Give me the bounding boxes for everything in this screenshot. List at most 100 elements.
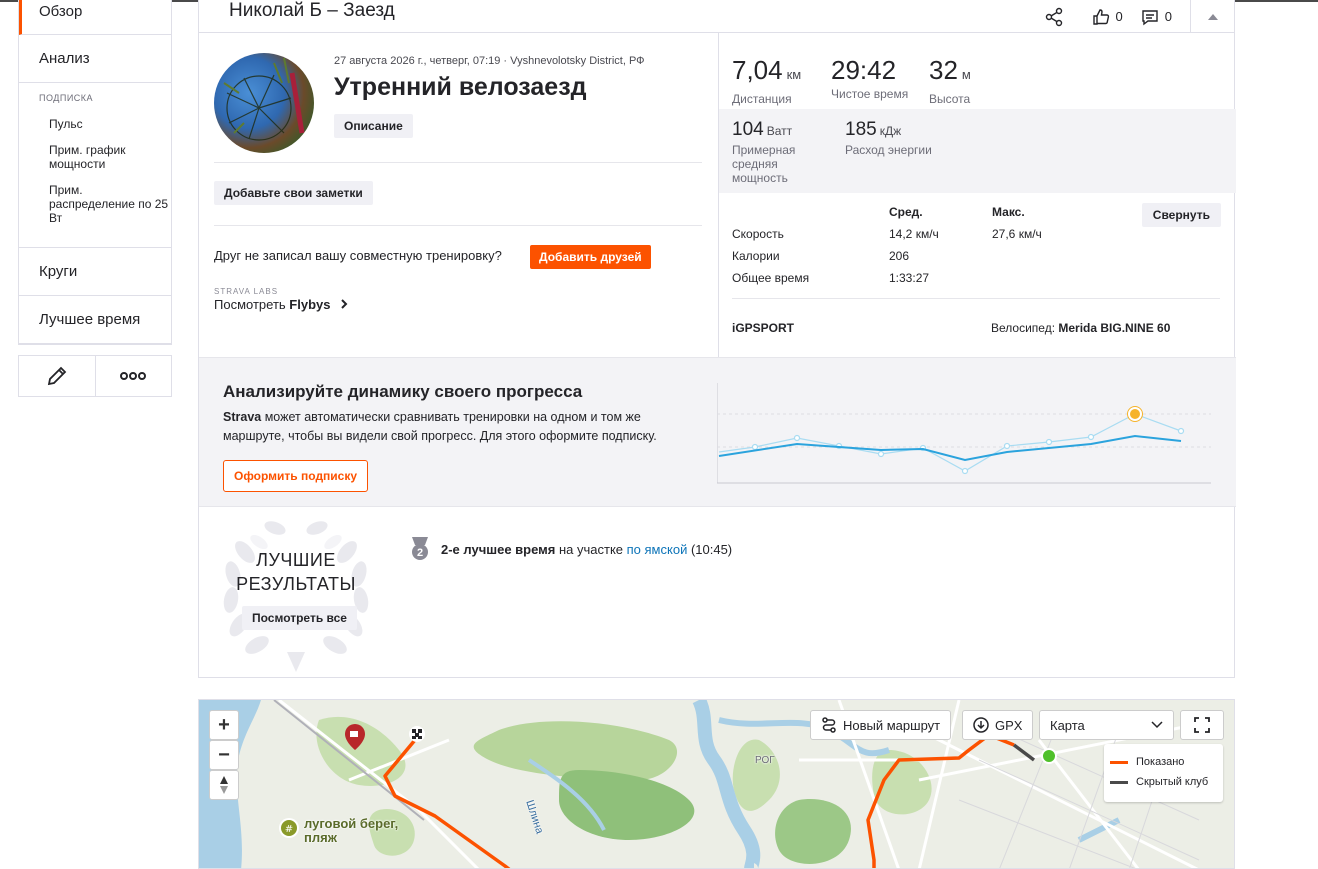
fullscreen-button[interactable] — [1180, 710, 1224, 740]
legend-hidden-label: Скрытый клуб — [1136, 776, 1209, 788]
row-label: Скорость — [732, 227, 784, 241]
energy-label: Расход энергии — [845, 143, 932, 157]
new-route-button[interactable]: Новый маршрут — [810, 710, 952, 740]
divider — [214, 162, 702, 163]
best-results-title: ЛУЧШИЕ РЕЗУЛЬТАТЫ — [229, 548, 363, 596]
distance-value: 7,04 — [732, 55, 783, 85]
achievement-mid: на участке — [555, 541, 627, 557]
flybys-bold: Flybys — [289, 297, 331, 312]
col-avg: Сред. — [889, 205, 923, 219]
energy-value: 185 — [845, 119, 877, 140]
achievement-item: 2 2-е лучшее время на участке по ямской … — [409, 536, 732, 562]
download-icon — [973, 717, 989, 733]
compass-icon — [220, 776, 228, 794]
stat-distance: 7,04 км Дистанция — [732, 55, 801, 106]
bike-name[interactable]: Merida BIG.NINE 60 — [1058, 321, 1170, 335]
chevron-down-icon — [1151, 721, 1163, 729]
achievement-rank: 2-е лучшее время — [441, 541, 556, 557]
row-max: 27,6 км/ч — [992, 227, 1042, 241]
map-legend: Показано Скрытый клуб — [1104, 744, 1223, 802]
power-value: 104 — [732, 119, 764, 140]
best-results-line1: ЛУЧШИЕ — [256, 550, 336, 570]
table-row: Общее время 1:33:27 — [732, 271, 1222, 293]
bicycle-photo-icon — [223, 57, 305, 141]
sidebar-item-best-time[interactable]: Лучшее время — [19, 296, 171, 344]
activity-photo[interactable] — [214, 53, 314, 153]
zoom-out-button[interactable]: − — [209, 740, 239, 770]
divider — [732, 298, 1220, 299]
sidebar-item-overview[interactable]: Обзор — [19, 0, 171, 35]
promo-title: Анализируйте динамику своего прогресса — [223, 382, 583, 401]
progress-teaser-chart — [717, 383, 1211, 484]
stat-energy: 185 кДж Расход энергии — [845, 119, 932, 157]
collapse-header-button[interactable] — [1190, 0, 1234, 33]
stat-power: 104 Ватт Примерная средняя мощность — [732, 119, 822, 185]
achievement-time: (10:45) — [687, 541, 733, 557]
area-label: РОГ — [755, 755, 775, 766]
best-results-line2: РЕЗУЛЬТАТЫ — [236, 574, 356, 594]
power-unit: Ватт — [766, 124, 793, 138]
progress-promo: Анализируйте динамику своего прогресса S… — [199, 357, 1236, 507]
share-button[interactable] — [1044, 7, 1064, 27]
moving-time-label: Чистое время — [831, 87, 909, 101]
promo-brand: Strava — [223, 410, 262, 424]
table-row: Калории 206 — [732, 249, 1222, 271]
legend-item-shown: Показано — [1110, 752, 1217, 772]
activity-summary: 27 августа 2026 г., четверг, 07:19 · Vys… — [199, 33, 1236, 357]
bike-label: Велосипед: — [991, 321, 1059, 335]
sidebar-item-power-curve[interactable]: Прим. график мощности — [39, 143, 171, 171]
stat-moving-time: 29:42 Чистое время — [831, 55, 908, 101]
row-label: Калории — [732, 249, 780, 263]
kudos-button[interactable]: 0 — [1092, 8, 1123, 26]
activity-sidebar: Обзор Анализ ПОДПИСКА Пульс Прим. график… — [18, 0, 172, 397]
legend-swatch-orange — [1110, 760, 1128, 764]
poi-label: луговой берег, пляж — [304, 816, 399, 845]
zoom-in-button[interactable]: + — [209, 710, 239, 740]
map-type-value: Карта — [1050, 717, 1085, 733]
chevron-right-icon — [341, 299, 348, 309]
activity-header: Николай Б – Заезд 0 0 — [199, 0, 1234, 33]
sidebar-subscription-group: ПОДПИСКА Пульс Прим. график мощности При… — [19, 83, 171, 248]
caret-up-icon — [1207, 13, 1218, 20]
compass-button[interactable] — [209, 770, 239, 800]
add-notes-button[interactable]: Добавьте свои заметки — [214, 181, 373, 205]
row-avg: 1:33:27 — [889, 271, 930, 285]
map-type-select[interactable]: Карта — [1039, 710, 1174, 740]
pencil-icon — [47, 366, 67, 386]
activity-map[interactable]: # + − Новый маршрут GPX Карта Показано С… — [198, 699, 1235, 869]
sidebar-item-analysis[interactable]: Анализ — [19, 35, 171, 83]
table-row: Скорость 14,2 км/ч 27,6 км/ч — [732, 227, 1222, 249]
moving-time-value: 29:42 — [831, 55, 897, 85]
edit-button[interactable] — [19, 356, 95, 396]
sidebar-item-laps[interactable]: Круги — [19, 248, 171, 296]
collapse-stats-button[interactable]: Свернуть — [1141, 203, 1221, 227]
flybys-link[interactable]: Посмотреть Flybys — [214, 297, 350, 312]
achievements-section: ЛУЧШИЕ РЕЗУЛЬТАТЫ Посмотреть все 2 2-е л… — [199, 508, 1236, 678]
sidebar-item-heartrate[interactable]: Пульс — [39, 117, 171, 131]
subscription-label: ПОДПИСКА — [39, 93, 94, 103]
comments-count: 0 — [1164, 9, 1172, 24]
power-label: Примерная средняя мощность — [732, 143, 796, 185]
sidebar-item-power-distribution[interactable]: Прим. распределение по 25 Вт — [39, 183, 171, 225]
subscribe-button[interactable]: Оформить подписку — [223, 460, 369, 492]
row-avg: 14,2 км/ч — [889, 227, 939, 241]
gpx-download-button[interactable]: GPX — [962, 710, 1034, 740]
kudos-count: 0 — [1115, 9, 1123, 24]
elevation-value: 32 — [929, 55, 958, 85]
view-all-button[interactable]: Посмотреть все — [242, 606, 357, 630]
teaser-highlight-point — [1128, 407, 1142, 421]
flybys-prefix: Посмотреть — [214, 297, 290, 312]
distance-label: Дистанция — [732, 92, 792, 106]
svg-text:2: 2 — [417, 547, 423, 559]
teaser-points — [751, 427, 1185, 475]
comments-button[interactable]: 0 — [1141, 8, 1172, 26]
header-actions: 0 0 — [1044, 0, 1234, 33]
divider — [214, 225, 702, 226]
description-button[interactable]: Описание — [334, 114, 413, 138]
activity-meta: 27 августа 2026 г., четверг, 07:19 · Vys… — [334, 55, 645, 67]
segment-link[interactable]: по ямской — [627, 542, 688, 557]
add-friends-button[interactable]: Добавить друзей — [530, 245, 651, 269]
share-icon — [1045, 7, 1062, 26]
more-actions-button[interactable] — [94, 356, 172, 396]
gpx-label: GPX — [995, 717, 1023, 733]
